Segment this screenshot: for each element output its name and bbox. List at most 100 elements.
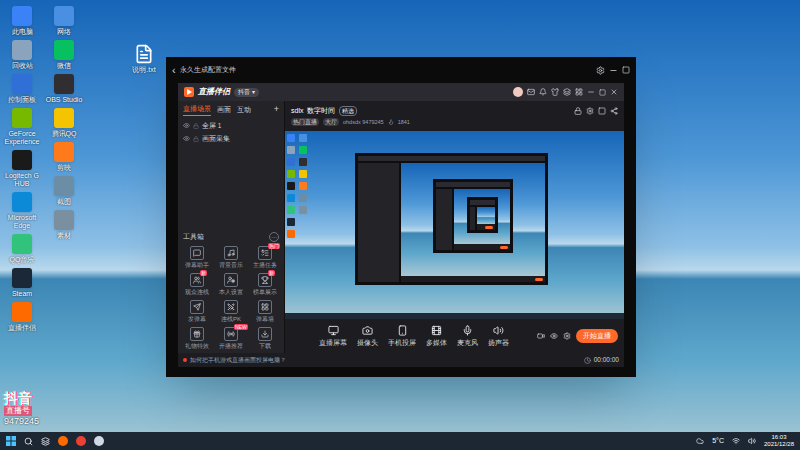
file-icon[interactable]: 说明.txt bbox=[124, 44, 164, 74]
tool-item[interactable]: 弹幕助手 bbox=[180, 246, 214, 269]
logo-icon bbox=[184, 87, 194, 97]
task-view-icon[interactable] bbox=[41, 437, 50, 446]
info-action-icon[interactable] bbox=[598, 107, 606, 115]
lock-icon[interactable] bbox=[193, 136, 199, 142]
notice[interactable]: 如何把手机游戏直播画面投屏电脑？ bbox=[190, 356, 286, 365]
tool-item[interactable]: NEW开播推荐 bbox=[214, 327, 248, 350]
volume-icon[interactable] bbox=[748, 437, 756, 445]
tool-icon bbox=[261, 276, 269, 284]
header-tool-icon[interactable] bbox=[563, 88, 571, 96]
app-icon bbox=[12, 74, 32, 94]
desktop-icon[interactable]: Logitech G HUB bbox=[2, 150, 42, 188]
projector-window[interactable]: ‹永久生成配置文件直播伴侣抖音 ▾直播场景画面互动+全屏 1画面采集工具箱···… bbox=[166, 57, 636, 377]
desktop-icon[interactable]: Microsoft Edge bbox=[2, 192, 42, 230]
tool-item[interactable]: 新观众连线 bbox=[180, 273, 214, 296]
toolbar-button[interactable]: 多媒体 bbox=[426, 325, 447, 348]
more-button[interactable]: ··· bbox=[269, 232, 279, 242]
clock[interactable]: 16:032021/12/28 bbox=[764, 434, 794, 448]
desktop: 此电脑回收站控制面板 GeForce Experience Logitech G H… bbox=[0, 0, 800, 450]
header-tool-icon[interactable] bbox=[575, 88, 583, 96]
desktop-icon[interactable]: 回收站 bbox=[2, 40, 42, 70]
nested-toolbar bbox=[454, 244, 510, 250]
tool-item[interactable]: 新榜单展示 bbox=[248, 273, 282, 296]
gear-icon[interactable] bbox=[596, 66, 605, 75]
desktop-icon[interactable]: 微信 bbox=[44, 40, 84, 70]
app-icon bbox=[12, 6, 32, 26]
tool-item[interactable]: 发弹幕 bbox=[180, 300, 214, 323]
wifi-icon[interactable] bbox=[732, 437, 740, 445]
desktop-icon[interactable]: Steam bbox=[2, 268, 42, 298]
desktop-icon[interactable]: GeForce Experience bbox=[2, 108, 42, 146]
toolbar-button[interactable]: 摄像头 bbox=[357, 325, 378, 348]
taskbar-app[interactable] bbox=[58, 436, 68, 446]
desktop-icon[interactable]: 网络 bbox=[44, 6, 84, 36]
add-button[interactable]: + bbox=[274, 103, 279, 117]
desktop-icon-label: GeForce Experience bbox=[2, 130, 42, 146]
desktop-icon[interactable]: OBS Studio bbox=[44, 74, 84, 104]
desktop-icon-label: 控制面板 bbox=[2, 96, 42, 104]
desktop-icon[interactable]: 直播伴侣 bbox=[2, 302, 42, 332]
close-icon[interactable] bbox=[610, 88, 618, 96]
desktop-icon[interactable]: 腾讯QQ bbox=[44, 108, 84, 138]
back-button[interactable]: ‹ bbox=[172, 62, 176, 79]
info-action-icon[interactable] bbox=[610, 107, 618, 115]
tool-item[interactable]: 热门主播任务 bbox=[248, 246, 282, 269]
eye-icon[interactable] bbox=[183, 135, 190, 142]
desktop-icon[interactable]: QQ音乐 bbox=[2, 234, 42, 264]
toolbar-button[interactable]: 扬声器 bbox=[488, 325, 509, 348]
windows-start-icon[interactable] bbox=[6, 436, 16, 446]
nested-preview bbox=[454, 189, 510, 245]
tab[interactable]: 直播场景 bbox=[183, 104, 211, 116]
app-icon bbox=[54, 108, 74, 128]
gear-icon[interactable] bbox=[563, 332, 571, 340]
eye-icon[interactable] bbox=[183, 122, 190, 129]
preview-icon bbox=[299, 146, 307, 154]
desktop-icon[interactable]: 此电脑 bbox=[2, 6, 42, 36]
desktop-icon[interactable]: 剪映 bbox=[44, 142, 84, 172]
tool-item[interactable]: 连线PK bbox=[214, 300, 248, 323]
search-icon[interactable] bbox=[24, 437, 33, 446]
minimize-icon[interactable] bbox=[609, 66, 618, 75]
desktop-icon[interactable]: 截图 bbox=[44, 176, 84, 206]
desktop-icons: 此电脑回收站控制面板 GeForce Experience Logitech G H… bbox=[2, 6, 84, 332]
lock-icon[interactable] bbox=[193, 123, 199, 129]
eye-icon[interactable] bbox=[550, 332, 558, 340]
preview-icon bbox=[287, 134, 295, 142]
header-tool-icon[interactable] bbox=[539, 88, 547, 96]
tool-item[interactable]: 礼物特效 bbox=[180, 327, 214, 350]
account-pill[interactable]: 抖音 ▾ bbox=[234, 88, 259, 97]
avatar[interactable] bbox=[513, 87, 523, 97]
tool-item[interactable]: 背景音乐 bbox=[214, 246, 248, 269]
taskbar-app[interactable] bbox=[94, 436, 104, 446]
tab[interactable]: 互动 bbox=[237, 105, 251, 116]
chip: 大厅 bbox=[323, 118, 339, 126]
minimize-icon[interactable] bbox=[587, 88, 595, 96]
desktop-icon[interactable]: 素材 bbox=[44, 210, 84, 240]
start-live-button[interactable]: 开始直播 bbox=[576, 329, 618, 344]
info-action-icon[interactable] bbox=[586, 107, 594, 115]
tab[interactable]: 画面 bbox=[217, 105, 231, 116]
desktop-icon-label: 腾讯QQ bbox=[44, 130, 84, 138]
app-icon bbox=[54, 176, 74, 196]
app-icon bbox=[12, 234, 32, 254]
info-action-icon[interactable] bbox=[574, 107, 582, 115]
nested-toolbar bbox=[477, 224, 495, 230]
desktop-icon[interactable]: 控制面板 bbox=[2, 74, 42, 104]
taskbar-app[interactable] bbox=[76, 436, 86, 446]
toolbar-button[interactable]: 直播屏幕 bbox=[319, 325, 347, 348]
header-tool-icon[interactable] bbox=[527, 88, 535, 96]
tool-item[interactable]: 弹幕墙 bbox=[248, 300, 282, 323]
video-icon[interactable] bbox=[537, 332, 545, 340]
toolbar-button[interactable]: 手机投屏 bbox=[388, 325, 416, 348]
nested-toolbar bbox=[401, 276, 545, 282]
weather[interactable]: 5°C bbox=[712, 436, 724, 447]
desktop-icon-label: OBS Studio bbox=[44, 96, 84, 104]
tool-item[interactable]: 本人设置 bbox=[214, 273, 248, 296]
tool-item[interactable]: 下载 bbox=[248, 327, 282, 350]
maximize-icon[interactable] bbox=[622, 66, 630, 74]
maximize-icon[interactable] bbox=[599, 89, 606, 96]
header-tool-icon[interactable] bbox=[551, 88, 559, 96]
scene-row[interactable]: 全屏 1 bbox=[178, 119, 284, 132]
toolbar-button[interactable]: 麦克风 bbox=[457, 325, 478, 348]
scene-row[interactable]: 画面采集 bbox=[178, 132, 284, 145]
